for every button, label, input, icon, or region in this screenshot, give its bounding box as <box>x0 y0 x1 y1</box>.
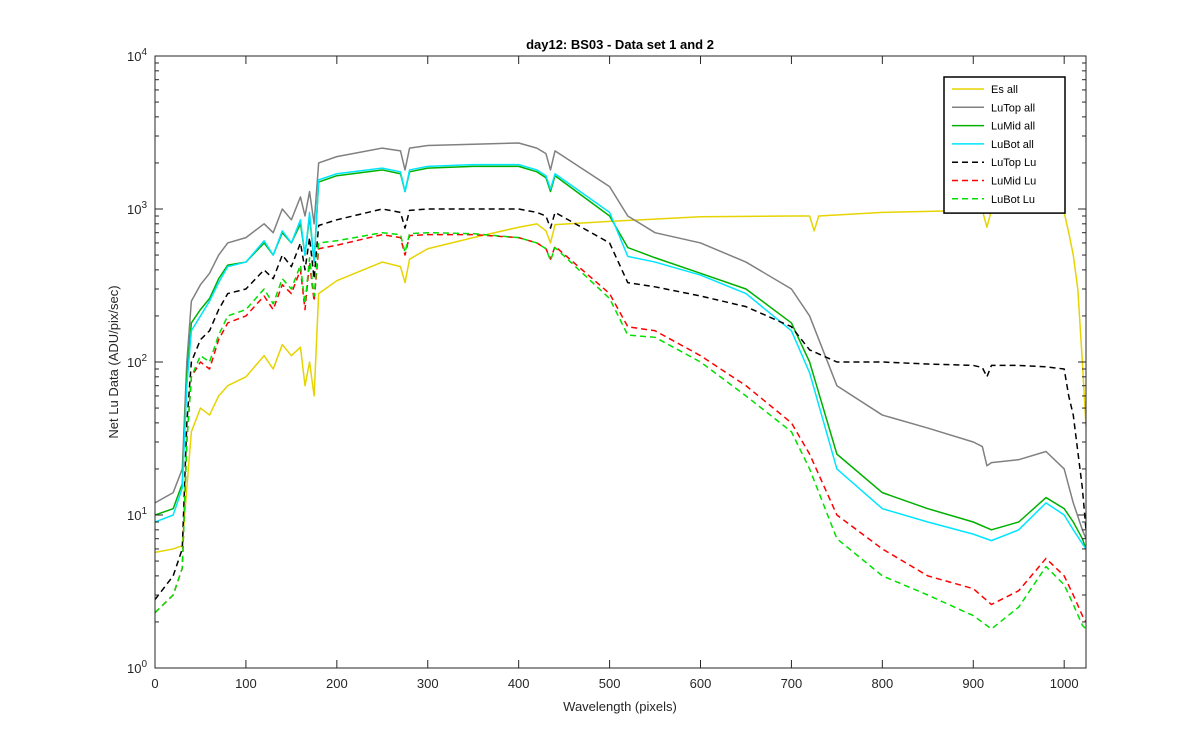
chart-title: day12: BS03 - Data set 1 and 2 <box>526 37 714 52</box>
x-tick-label: 0 <box>151 676 158 691</box>
x-tick-label: 900 <box>962 676 984 691</box>
legend-entry: LuBot Lu <box>991 194 1035 206</box>
legend-entry: LuTop all <box>991 102 1035 114</box>
legend: Es all LuTop all LuMid all LuBot all LuTop L… <box>943 76 1066 214</box>
legend-entry: LuMid all <box>991 121 1035 133</box>
x-tick-label: 700 <box>781 676 803 691</box>
legend-entry: LuMid Lu <box>991 176 1036 188</box>
legend-entry: Es all <box>991 84 1018 96</box>
y-axis-label: Net Lu Data (ADU/pix/sec) <box>106 285 121 438</box>
x-tick-label: 600 <box>690 676 712 691</box>
x-tick-label: 500 <box>599 676 621 691</box>
x-tick-label: 300 <box>417 676 439 691</box>
x-tick-label: 400 <box>508 676 530 691</box>
legend-entry: LuBot all <box>991 139 1034 151</box>
x-tick-label: 800 <box>871 676 893 691</box>
x-axis-label: Wavelength (pixels) <box>563 699 677 714</box>
legend-entry: LuTop Lu <box>991 157 1036 169</box>
chart-figure: day12: BS03 - Data set 1 and 2 0 100 200 30… <box>0 0 1200 750</box>
x-tick-label: 200 <box>326 676 348 691</box>
x-tick-label: 1000 <box>1050 676 1079 691</box>
x-tick-label: 100 <box>235 676 257 691</box>
